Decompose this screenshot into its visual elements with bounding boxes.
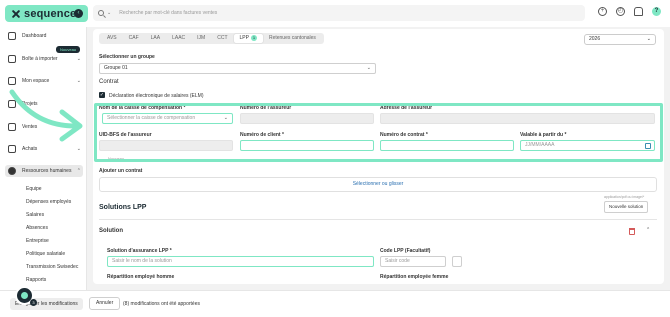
lock-icon <box>8 123 16 131</box>
upload-contract-dropzone[interactable]: Sélectionner ou glisser <box>99 177 657 192</box>
folder-icon <box>8 100 16 108</box>
sidebar-item-projets[interactable]: Projets <box>8 100 83 108</box>
inbox-icon <box>8 55 16 63</box>
contract-section-title: Contrat <box>99 79 119 85</box>
sidebar-item-label: Dashboard <box>22 33 47 39</box>
new-solution-button[interactable]: Nouvelle solution <box>604 201 649 213</box>
code-extra-field[interactable] <box>452 256 462 267</box>
app-name: sequence <box>24 7 77 20</box>
subnav-politique[interactable]: Politique salariale <box>26 251 65 257</box>
solutions-title: Solutions LPP <box>99 204 147 211</box>
tab-caf[interactable]: CAF <box>123 34 145 43</box>
subnav-equipe[interactable]: Equipe <box>26 186 42 192</box>
tab-laa[interactable]: LAA <box>145 34 166 43</box>
people-icon <box>8 167 16 175</box>
top-bar: sequence ‹ ⌄ Recherche par mot-clé dans … <box>0 0 670 27</box>
chevron-up-icon[interactable]: ⌃ <box>646 227 650 233</box>
home-icon <box>8 32 16 40</box>
elm-checkbox[interactable]: ✓ <box>99 92 105 98</box>
subnav-transmission[interactable]: Transmission Swisedec <box>26 264 78 270</box>
file-type-note: application/pdf ou image/* <box>604 195 645 199</box>
code-input[interactable]: Saisir code <box>380 256 446 267</box>
chevron-down-icon: ⌄ <box>76 56 81 62</box>
chevron-down-icon[interactable]: ⌄ <box>107 10 111 16</box>
chevron-down-icon: ⌄ <box>76 124 81 130</box>
year-select[interactable]: 2026 ⌄ <box>584 34 656 45</box>
cancel-button[interactable]: Annuler <box>89 297 121 310</box>
code-label: Code LPP (Facultatif) <box>380 248 431 254</box>
sidebar-item-label: Ressources humaines <box>22 168 72 174</box>
sidebar-item-label: Projets <box>22 101 38 107</box>
trash-icon[interactable] <box>629 228 635 235</box>
elm-label: Déclaration électronique de salaires (EL… <box>109 93 204 99</box>
sidebar-item-rh[interactable]: Ressources humaines ⌃ <box>5 165 83 177</box>
bottom-action-bar: Enregistrer les modifications Annuler (8… <box>0 290 670 317</box>
sidebar-item-label: Achats <box>22 146 38 152</box>
tab-count-badge: 1 <box>250 35 257 41</box>
add-contract-label: Ajouter un contrat <box>99 168 143 174</box>
chevron-down-icon: ⌄ <box>76 146 81 152</box>
subnav-entreprise[interactable]: Entreprise <box>26 238 49 244</box>
chevron-down-icon: ⌄ <box>366 65 371 71</box>
bell-icon[interactable] <box>634 7 643 16</box>
insurance-input[interactable]: Saisir le nom de la solution <box>107 256 374 267</box>
insurance-label: Solution d'assurance LPP * <box>107 248 172 254</box>
sequence-logo-icon <box>12 10 20 18</box>
avatar-badge: 3 <box>30 299 37 306</box>
divider <box>99 219 657 220</box>
user-icon <box>8 77 16 85</box>
subnav-depenses[interactable]: Dépenses employés <box>26 199 71 205</box>
sidebar: Dashboard Nouveau Boîte à importer ⌄ Mon… <box>0 27 87 317</box>
new-badge: Nouveau <box>56 46 81 53</box>
subnav-salaires[interactable]: Salaires <box>26 212 44 218</box>
app-logo[interactable]: sequence ‹ <box>5 5 88 22</box>
rep-employee-f-label: Répartition employée femme <box>380 274 449 280</box>
code-placeholder: Saisir code <box>385 258 410 264</box>
search-input[interactable]: Recherche par mot-clé dans factures vent… <box>119 10 217 16</box>
plus-circle-icon[interactable]: + <box>598 7 607 16</box>
cart-icon <box>8 145 16 153</box>
tab-avs[interactable]: AVS <box>101 34 123 43</box>
insurance-placeholder: Saisir le nom de la solution <box>112 258 172 264</box>
top-actions: + ◴ ? <box>598 7 661 16</box>
tab-retenues[interactable]: Retenues cantonales <box>263 34 322 43</box>
clock-icon[interactable]: ◴ <box>616 7 625 16</box>
avatar[interactable]: 3 <box>15 286 37 306</box>
tab-cct[interactable]: CCT <box>211 34 233 43</box>
avatar-face-icon <box>21 292 28 299</box>
chevron-down-icon: ⌄ <box>76 78 81 84</box>
sidebar-item-label: Boîte à importer <box>22 56 58 62</box>
tab-lpp[interactable]: LPP 1 <box>233 34 263 43</box>
highlight-frame <box>94 103 663 162</box>
subnav-absences[interactable]: Absences <box>26 225 48 231</box>
year-value: 2026 <box>589 36 601 42</box>
sidebar-item-ventes[interactable]: Ventes ⌄ <box>8 123 83 131</box>
sidebar-item-mon-espace[interactable]: Mon espace ⌄ <box>8 77 83 85</box>
tab-bar: AVS CAF LAA LAAC IJM CCT LPP 1 Retenues c… <box>99 33 324 44</box>
tab-label: LPP <box>239 35 249 41</box>
chevron-down-icon: ⌄ <box>646 36 651 42</box>
group-value: Groupe 01 <box>104 65 128 71</box>
chevron-up-icon: ⌃ <box>76 168 81 174</box>
search-icon <box>98 10 104 16</box>
collapse-sidebar-icon[interactable]: ‹ <box>74 9 83 18</box>
group-select[interactable]: Groupe 01 ⌄ <box>99 63 376 74</box>
subnav-rapports[interactable]: Rapports <box>26 277 46 283</box>
group-label: Sélectionner un groupe <box>99 54 155 60</box>
sidebar-item-label: Ventes <box>22 124 38 130</box>
rep-employee-label: Répartition employé homme <box>107 274 175 280</box>
sidebar-item-dashboard[interactable]: Dashboard <box>8 32 83 40</box>
help-icon[interactable]: ? <box>652 7 661 16</box>
upload-link: Sélectionner ou glisser <box>352 181 404 187</box>
sidebar-item-label: Mon espace <box>22 78 50 84</box>
search-bar[interactable]: ⌄ Recherche par mot-clé dans factures ve… <box>93 5 585 21</box>
sidebar-item-inbox[interactable]: Boîte à importer ⌄ <box>8 55 83 63</box>
solution-title: Solution <box>99 228 123 234</box>
sidebar-item-achats[interactable]: Achats ⌄ <box>8 145 83 153</box>
modifications-text: (8) modifications ont été apportées <box>123 301 200 307</box>
tab-laac[interactable]: LAAC <box>166 34 191 43</box>
tab-ijm[interactable]: IJM <box>191 34 211 43</box>
